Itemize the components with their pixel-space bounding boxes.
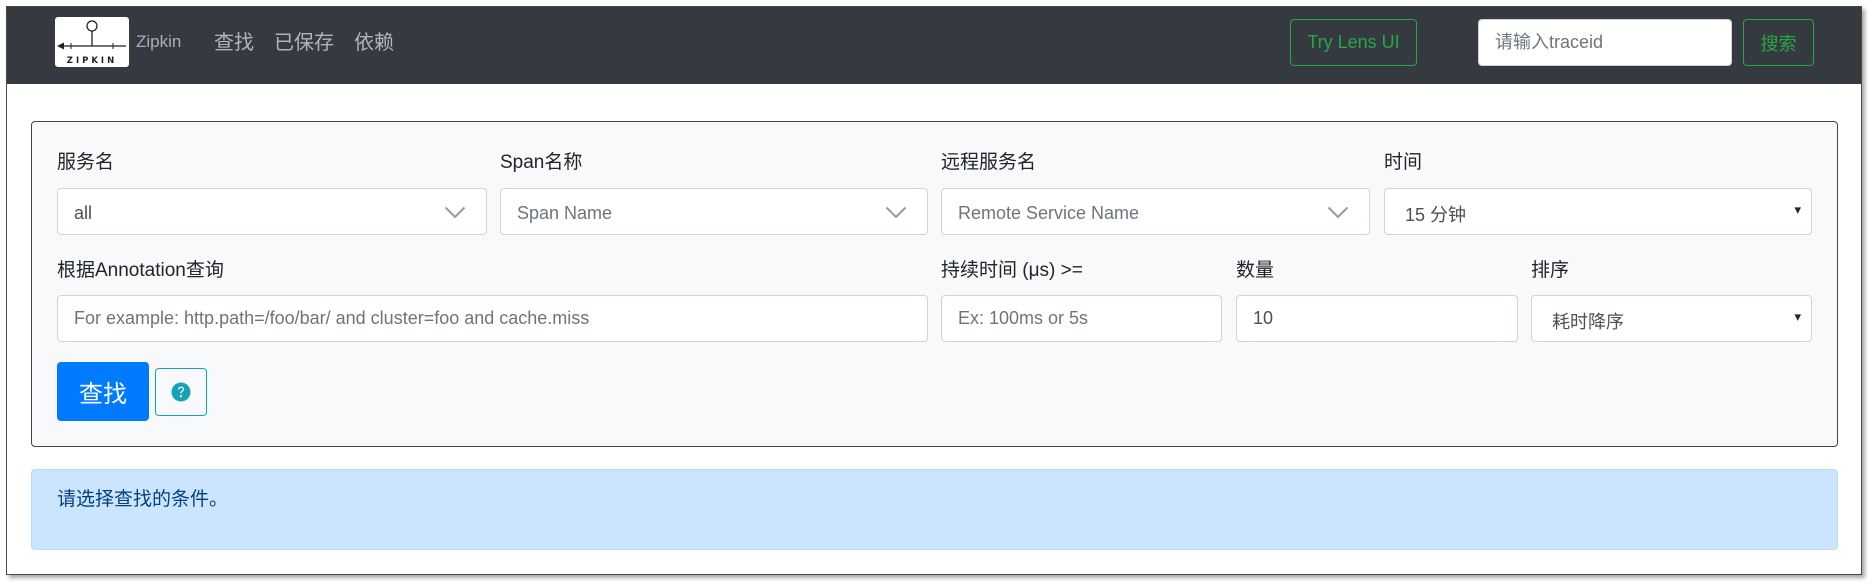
logo-graphic: ZIPKIN	[55, 17, 129, 67]
service-name-label: 服务名	[57, 152, 115, 173]
time-range-value: 15 分钟	[1405, 204, 1467, 225]
limit-label: 数量	[1236, 260, 1275, 281]
span-name-label: Span名称	[500, 152, 583, 173]
caret-down-icon: ▾	[1794, 202, 1801, 217]
try-lens-ui-button[interactable]: Try Lens UI	[1290, 19, 1417, 66]
remote-service-label: 远程服务名	[941, 152, 1037, 173]
duration-input[interactable]	[941, 295, 1222, 342]
service-name-select[interactable]: all	[57, 188, 487, 235]
info-alert	[31, 469, 1838, 550]
remote-service-placeholder: Remote Service Name	[958, 203, 1140, 223]
chevron-down-icon	[444, 206, 466, 219]
brand-name[interactable]: Zipkin	[136, 31, 181, 53]
limit-input[interactable]	[1236, 295, 1518, 342]
duration-label: 持续时间 (μs) >=	[941, 260, 1083, 281]
span-name-select[interactable]: Span Name	[500, 188, 928, 235]
zipkin-logo-icon[interactable]: ZIPKIN	[55, 17, 129, 67]
annotation-query-label: 根据Annotation查询	[57, 260, 224, 281]
caret-down-icon: ▾	[1794, 309, 1801, 324]
chevron-down-icon	[1327, 206, 1349, 219]
nav-link-saved[interactable]: 已保存	[274, 31, 334, 55]
traceid-input[interactable]	[1478, 19, 1732, 66]
annotation-query-input[interactable]	[57, 295, 928, 342]
sort-order-select[interactable]: 耗时降序 ▾	[1531, 295, 1812, 342]
nav-link-find[interactable]: 查找	[214, 31, 254, 55]
help-button[interactable]	[155, 368, 207, 416]
time-label: 时间	[1384, 152, 1423, 173]
remote-service-select[interactable]: Remote Service Name	[941, 188, 1370, 235]
service-name-value: all	[74, 203, 93, 223]
alert-message: 请选择查找的条件。	[57, 489, 229, 510]
span-name-placeholder: Span Name	[517, 203, 613, 223]
sort-order-value: 耗时降序	[1552, 311, 1624, 332]
question-circle-icon	[171, 382, 191, 402]
time-range-select[interactable]: 15 分钟 ▾	[1384, 188, 1812, 235]
search-panel	[31, 121, 1838, 447]
logo-lettering: ZIPKIN	[67, 56, 117, 66]
sort-label: 排序	[1531, 260, 1570, 281]
find-button[interactable]: 查找	[57, 362, 149, 421]
chevron-down-icon	[885, 206, 907, 219]
traceid-search-button[interactable]: 搜索	[1743, 19, 1814, 66]
nav-link-dependencies[interactable]: 依赖	[354, 31, 394, 55]
